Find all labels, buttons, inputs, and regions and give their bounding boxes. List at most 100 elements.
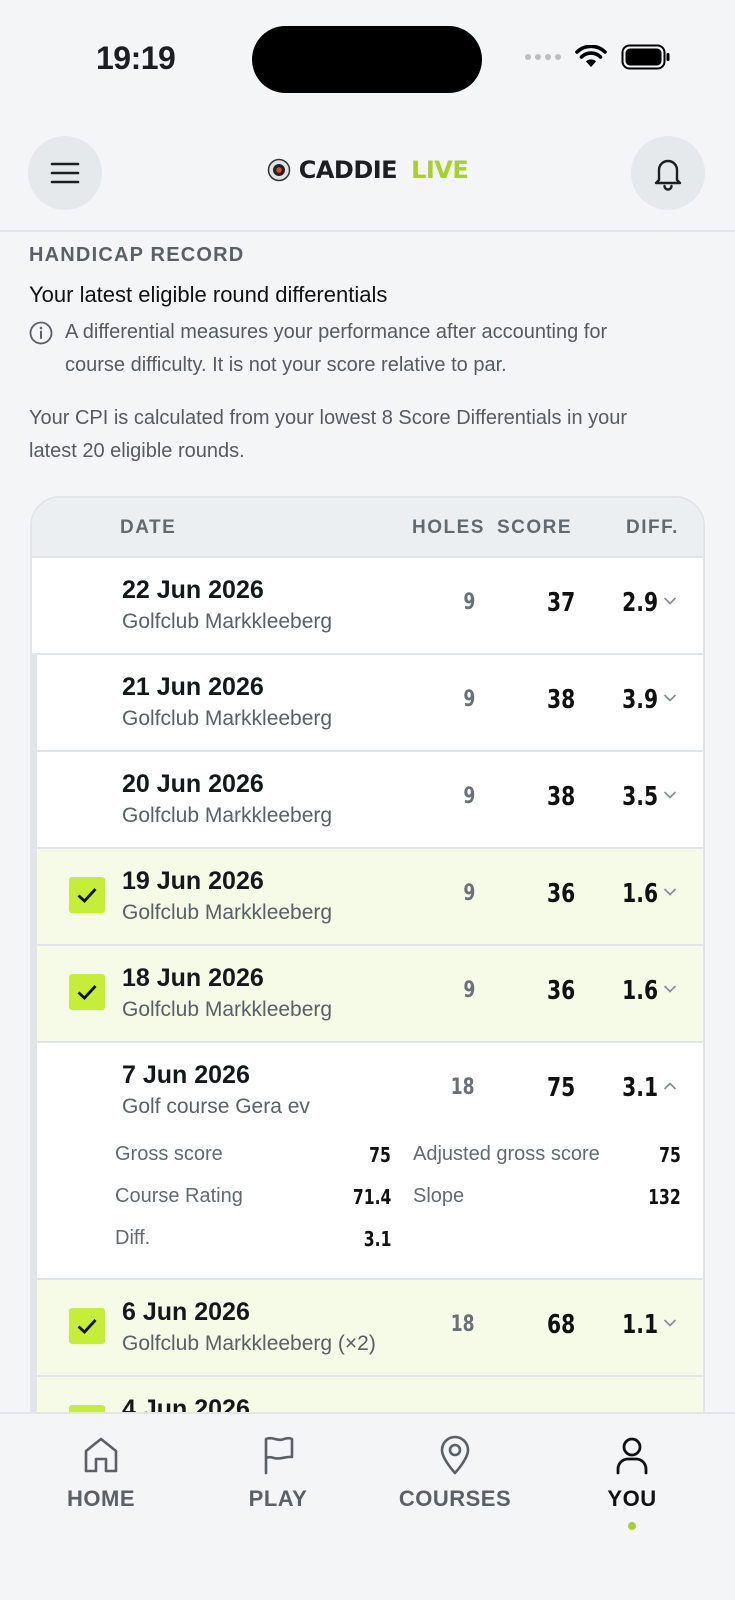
slope-value: 132 xyxy=(648,1185,681,1209)
diff-detail-label: Diff. xyxy=(115,1227,151,1249)
nav-play-label: PLAY xyxy=(248,1486,308,1511)
dynamic-island xyxy=(252,26,482,93)
row-holes: 9 xyxy=(463,590,475,615)
row-holes: 18 xyxy=(451,1075,475,1100)
nav-home[interactable]: HOME xyxy=(26,1432,176,1512)
bell-icon xyxy=(654,159,682,191)
header-diff: DIFF. xyxy=(626,517,679,538)
counting-round-checkbox[interactable] xyxy=(69,974,105,1010)
row-score: 36 xyxy=(546,976,575,1006)
row-score: 36 xyxy=(546,879,575,909)
chevron-down-icon[interactable] xyxy=(663,693,677,703)
adjusted-gross-label: Adjusted gross score xyxy=(413,1143,600,1165)
row-score: 75 xyxy=(546,1073,575,1103)
table-row-expanded[interactable]: 7 Jun 2026 Golf course Gera ev 18 75 3.1… xyxy=(32,1043,703,1280)
row-date: 19 Jun 2026 xyxy=(122,867,264,895)
chevron-down-icon[interactable] xyxy=(663,790,677,800)
row-course: Golfclub Markkleeberg xyxy=(122,998,333,1021)
chevron-down-icon[interactable] xyxy=(663,984,677,994)
table-row[interactable]: 4 Jun 2026 xyxy=(32,1377,703,1412)
logo-live: LIVE xyxy=(411,156,469,184)
logo-target-icon xyxy=(267,158,290,182)
info-note: A differential measures your performance… xyxy=(29,316,669,382)
section-subtitle: Your latest eligible round differentials xyxy=(29,282,388,307)
nav-you-label: YOU xyxy=(607,1486,657,1511)
table-row[interactable]: 20 Jun 2026 Golfclub Markkleeberg 9 38 3… xyxy=(32,752,703,849)
home-icon xyxy=(84,1437,118,1473)
diff-detail-value: 3.1 xyxy=(363,1227,391,1251)
row-holes: 9 xyxy=(463,881,475,906)
status-time: 19:19 xyxy=(96,40,176,76)
cpi-explanation: Your CPI is calculated from your lowest … xyxy=(29,407,628,462)
row-diff: 1.1 xyxy=(622,1310,658,1340)
table-row[interactable]: 22 Jun 2026 Golfclub Markkleeberg 9 37 2… xyxy=(32,558,703,655)
header-date: DATE xyxy=(120,517,177,538)
chevron-down-icon[interactable] xyxy=(663,596,677,606)
nav-play[interactable]: PLAY xyxy=(203,1432,353,1512)
active-indicator-dot xyxy=(628,1522,636,1530)
header-score: SCORE xyxy=(497,517,573,538)
row-diff: 3.9 xyxy=(622,685,658,715)
info-text: A differential measures your performance… xyxy=(65,321,608,376)
row-date: 7 Jun 2026 xyxy=(122,1061,250,1089)
row-score: 38 xyxy=(546,782,575,812)
row-holes: 9 xyxy=(463,687,475,712)
row-diff: 3.1 xyxy=(622,1073,658,1103)
row-holes: 9 xyxy=(463,784,475,809)
nav-courses-label: COURSES xyxy=(398,1486,512,1511)
row-date: 4 Jun 2026 xyxy=(122,1395,250,1412)
row-course: Golfclub Markkleeberg xyxy=(122,610,333,633)
cellular-signal-icon xyxy=(525,54,561,60)
checkmark-icon xyxy=(77,1319,97,1334)
handicap-content[interactable]: HANDICAP RECORD Your latest eligible rou… xyxy=(0,234,735,1412)
row-diff: 2.9 xyxy=(622,588,658,618)
info-icon xyxy=(29,321,53,345)
header-holes: HOLES xyxy=(412,517,485,538)
table-row[interactable]: 19 Jun 2026 Golfclub Markkleeberg 9 36 1… xyxy=(32,849,703,946)
app-header: CADDIE LIVE xyxy=(0,120,735,232)
battery-icon xyxy=(621,44,670,70)
gross-score-label: Gross score xyxy=(115,1143,223,1165)
table-row[interactable]: 6 Jun 2026 Golfclub Markkleeberg (×2) 18… xyxy=(32,1280,703,1377)
flag-icon xyxy=(264,1436,294,1475)
user-icon xyxy=(616,1437,648,1475)
section-label: HANDICAP RECORD xyxy=(29,244,245,266)
row-score: 37 xyxy=(546,588,575,618)
wifi-icon xyxy=(575,45,607,67)
course-rating-label: Course Rating xyxy=(115,1185,243,1207)
notifications-button[interactable] xyxy=(631,136,705,210)
row-score: 68 xyxy=(546,1310,575,1340)
location-pin-icon xyxy=(440,1435,470,1475)
chevron-up-icon[interactable] xyxy=(663,1081,677,1091)
app-logo: CADDIE LIVE xyxy=(0,156,735,184)
checkmark-icon xyxy=(77,888,97,903)
row-date: 18 Jun 2026 xyxy=(122,964,264,992)
row-diff: 1.6 xyxy=(622,976,658,1006)
table-row[interactable]: 18 Jun 2026 Golfclub Markkleeberg 9 36 1… xyxy=(32,946,703,1043)
nav-courses[interactable]: COURSES xyxy=(380,1432,530,1512)
chevron-down-icon[interactable] xyxy=(663,1318,677,1328)
counting-round-checkbox[interactable] xyxy=(69,1308,105,1344)
differentials-table: DATE HOLES SCORE DIFF. 22 Jun 2026 Golfc… xyxy=(30,496,705,1412)
row-score: 38 xyxy=(546,685,575,715)
table-row[interactable]: 21 Jun 2026 Golfclub Markkleeberg 9 38 3… xyxy=(32,655,703,752)
nav-home-label: HOME xyxy=(67,1486,135,1511)
status-icons xyxy=(525,44,671,70)
counting-round-checkbox[interactable] xyxy=(69,1405,105,1412)
bottom-nav: HOME PLAY COURSES YOU xyxy=(0,1412,735,1600)
chevron-down-icon[interactable] xyxy=(663,887,677,897)
row-course: Golfclub Markkleeberg xyxy=(122,804,333,827)
table-header: DATE HOLES SCORE DIFF. xyxy=(32,498,703,558)
row-date: 22 Jun 2026 xyxy=(122,576,264,604)
row-date: 21 Jun 2026 xyxy=(122,673,264,701)
row-course: Golfclub Markkleeberg (×2) xyxy=(122,1332,376,1355)
row-diff: 3.5 xyxy=(622,782,658,812)
nav-you[interactable]: YOU xyxy=(557,1432,707,1530)
counting-round-checkbox[interactable] xyxy=(69,877,105,913)
row-course: Golfclub Markkleeberg xyxy=(122,707,333,730)
adjusted-gross-value: 75 xyxy=(659,1143,681,1167)
slope-label: Slope xyxy=(413,1185,465,1207)
row-holes: 9 xyxy=(463,978,475,1003)
row-date: 20 Jun 2026 xyxy=(122,770,264,798)
logo-brand: CADDIE xyxy=(298,156,398,184)
